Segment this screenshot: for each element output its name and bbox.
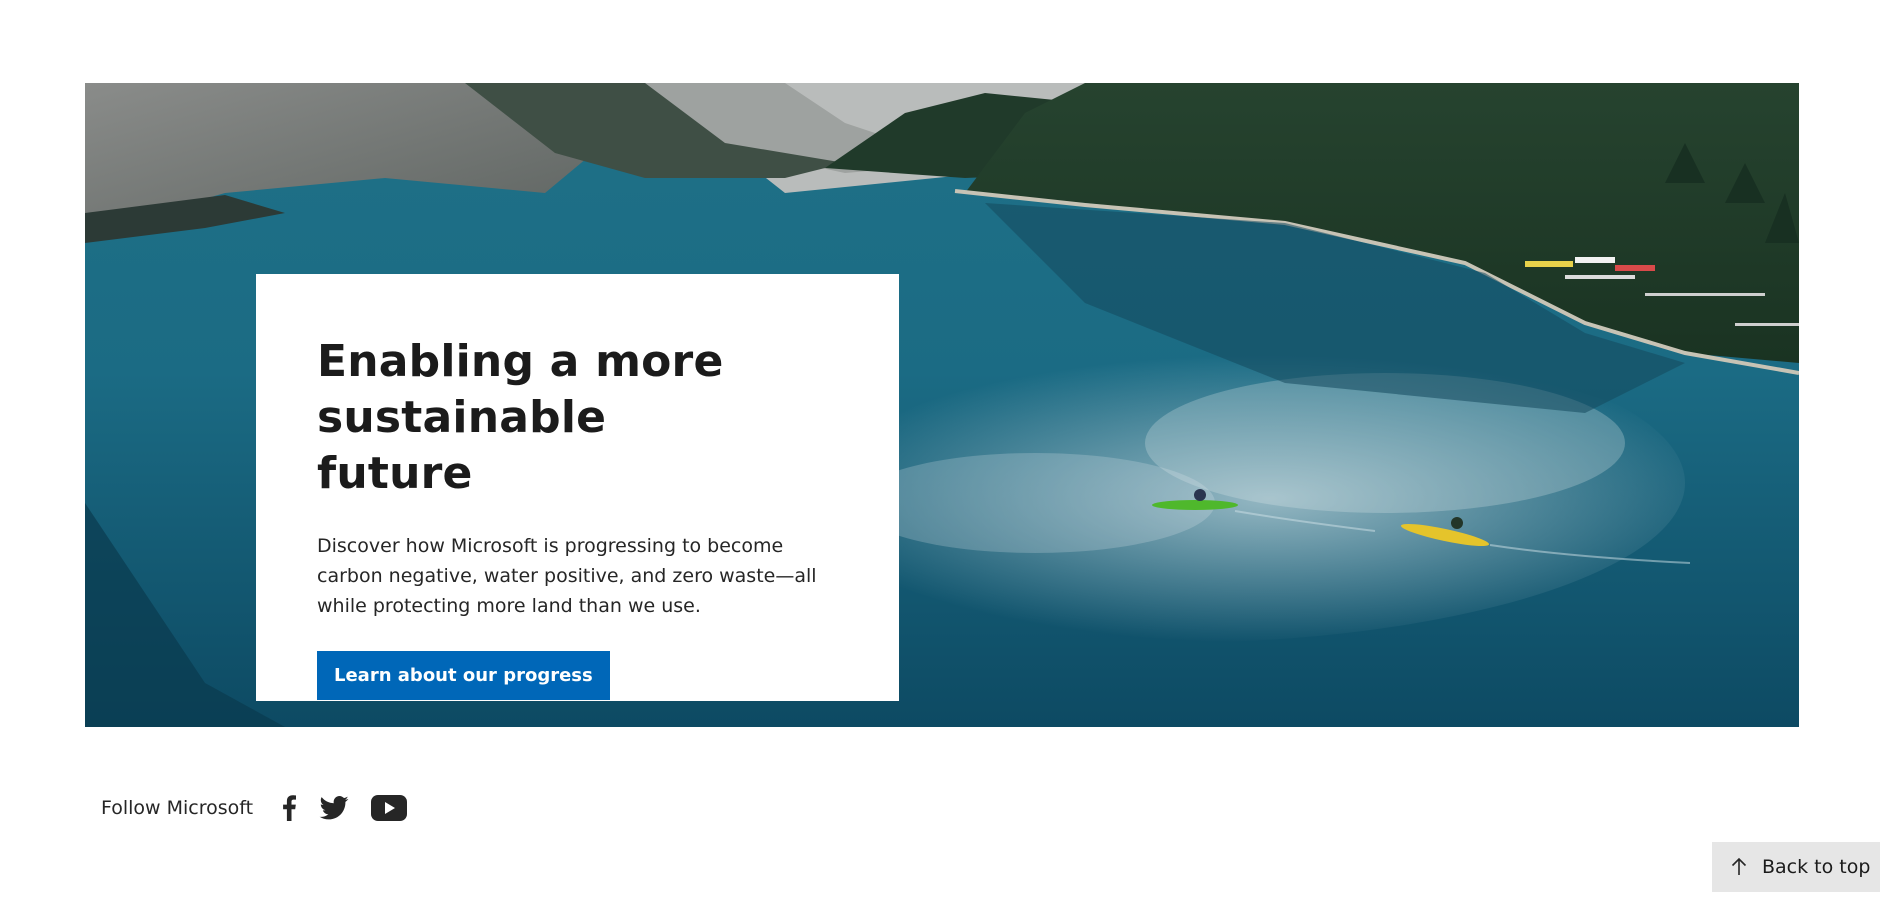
back-to-top-button[interactable]: Back to top — [1712, 842, 1880, 892]
facebook-link[interactable] — [281, 790, 297, 826]
arrow-up-icon — [1731, 857, 1747, 875]
learn-about-progress-button[interactable]: Learn about our progress — [317, 651, 610, 700]
hero-title-line-2: sustainable future — [317, 392, 607, 499]
hero-title: Enabling a more sustainable future — [317, 334, 757, 502]
hero-description: Discover how Microsoft is progressing to… — [317, 535, 817, 617]
youtube-link[interactable] — [371, 790, 408, 826]
hero-banner: Enabling a more sustainable future Disco… — [85, 83, 1799, 727]
follow-label: Follow Microsoft — [101, 797, 254, 819]
follow-microsoft: Follow Microsoft — [101, 790, 429, 826]
twitter-link[interactable] — [319, 790, 349, 826]
twitter-icon — [319, 796, 349, 820]
hero-title-line-1: Enabling a more — [317, 336, 724, 387]
youtube-icon — [371, 795, 408, 821]
page: Enabling a more sustainable future Disco… — [0, 0, 1880, 907]
hero-card: Enabling a more sustainable future Disco… — [256, 274, 899, 701]
back-to-top-label: Back to top — [1762, 856, 1871, 878]
facebook-icon — [283, 795, 297, 821]
